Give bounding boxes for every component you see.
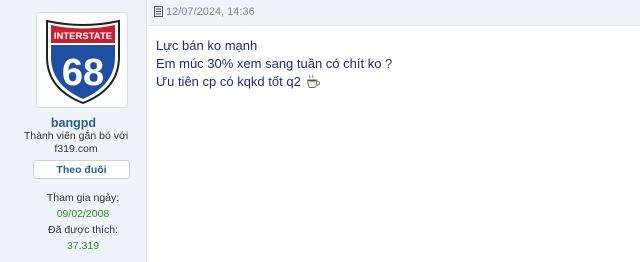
post-body: Lực bán ko mạnh Em múc 30% xem sang tuần… xyxy=(156,37,626,91)
avatar-number: 68 xyxy=(62,52,104,94)
avatar-top-text: INTERSTATE xyxy=(54,31,112,42)
avatar[interactable]: INTERSTATE 68 xyxy=(36,12,128,108)
document-icon xyxy=(154,6,163,17)
user-title-line2: f319.com xyxy=(54,143,98,155)
post-header: 12/07/2024, 14:36 xyxy=(148,0,640,26)
post-line-3-wrap: Ưu tiên cp có kqkd tốt q2 xyxy=(156,73,626,91)
coffee-cup-icon xyxy=(307,74,321,88)
post-line-2: Em múc 30% xem sang tuần có chít ko ? xyxy=(156,56,393,71)
join-date-label: Tham gia ngày: xyxy=(46,192,120,204)
follow-button[interactable]: Theo đuôi xyxy=(33,160,130,179)
user-title-line1: Thành viên gắn bó với xyxy=(23,130,129,142)
interstate-68-shield-icon: INTERSTATE 68 xyxy=(46,19,120,105)
username-link[interactable]: bangpd xyxy=(0,116,147,130)
likes-count: 37.319 xyxy=(66,240,100,252)
post-line-3: Ưu tiên cp có kqkd tốt q2 xyxy=(156,74,301,89)
post-date[interactable]: 12/07/2024, 14:36 xyxy=(166,6,255,18)
post-line-1: Lực bán ko mạnh xyxy=(156,38,258,53)
join-date-value: 09/02/2008 xyxy=(56,208,110,220)
likes-label: Đã được thích: xyxy=(48,224,118,236)
user-sidebar: INTERSTATE 68 bangpd Thành viên gắn bó v… xyxy=(0,0,147,262)
user-title: Thành viên gắn bó với f319.com xyxy=(14,130,138,156)
